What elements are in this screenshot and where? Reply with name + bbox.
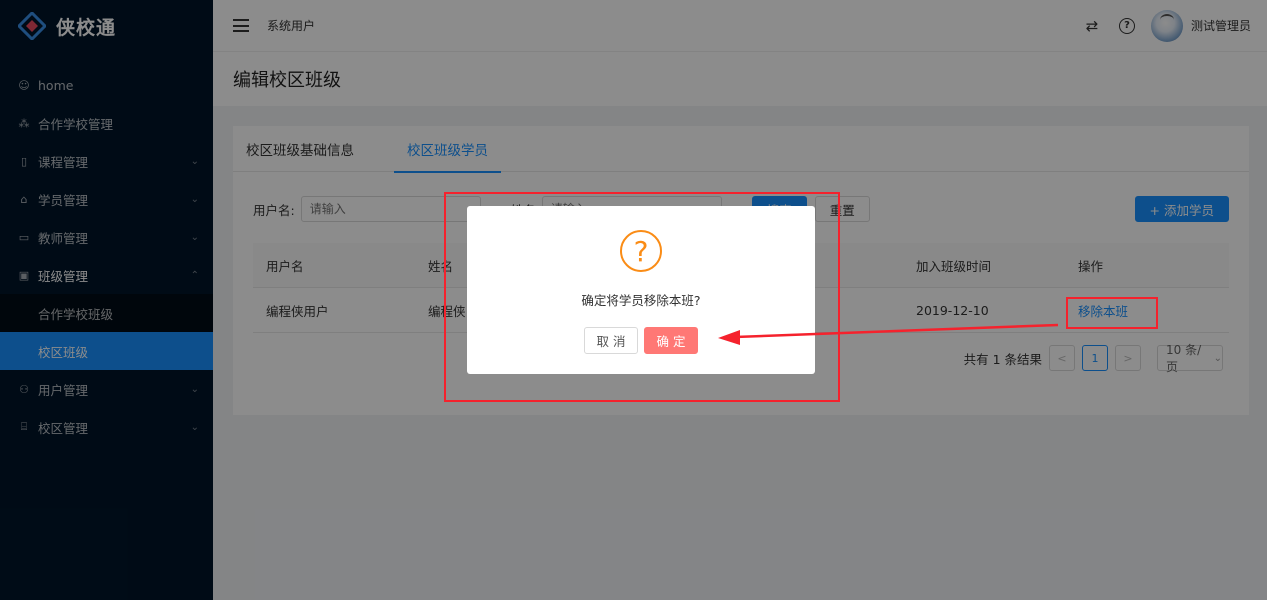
annotation-box-dialog	[444, 192, 840, 402]
annotation-box-remove-link	[1066, 297, 1158, 329]
